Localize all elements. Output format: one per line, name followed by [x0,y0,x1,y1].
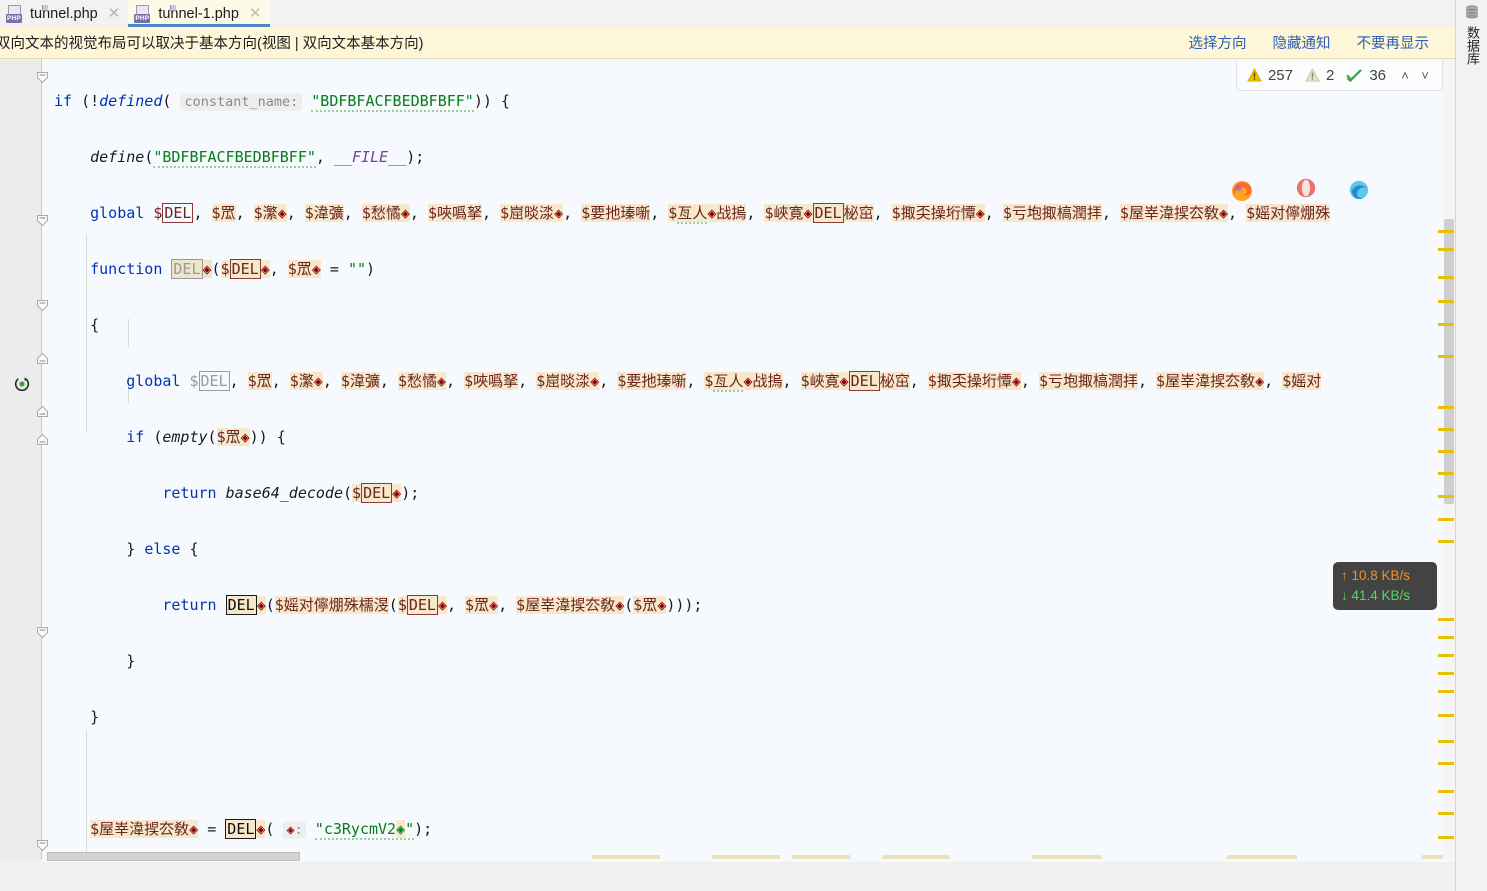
error-stripe-mark[interactable] [1438,472,1454,475]
notification-message: 双向文本的视觉布局可以取决于基本方向(视图 | 双向文本基本方向) [0,36,424,52]
opera-browser-icon[interactable] [1295,177,1317,199]
error-stripe-scrollbar[interactable] [1443,59,1455,859]
error-stripe-mark[interactable] [1438,450,1454,453]
notification-bar: 双向文本的视觉布局可以取决于基本方向(视图 | 双向文本基本方向) 选择方向 隐… [0,27,1455,59]
horizontal-scrollbar-thumb[interactable] [47,852,300,861]
error-stripe-mark[interactable] [1438,618,1454,621]
upload-speed-row: ↑ 10.8 KB/s [1341,566,1429,586]
parameter-hint: ◈: [283,821,306,839]
scrollbar-mark [1227,855,1297,859]
firefox-browser-icon[interactable] [1230,179,1254,203]
scrollbar-mark [792,855,850,859]
code-line: { [90,316,100,334]
error-stripe-mark[interactable] [1438,540,1454,543]
warning-count: 257 [1267,66,1293,84]
inspection-widget[interactable]: 257 2 36 ˄ ˅ [1235,60,1443,91]
download-speed: 41.4 KB/s [1351,588,1411,603]
scrollbar-mark [592,855,660,859]
code-line: if (!defined( constant_name: "BDFBFACFBE… [54,92,510,112]
download-arrow-icon: ↓ [1341,588,1348,603]
run-rerun-icon[interactable] [14,376,30,392]
chevron-down-icon[interactable]: ˅ [1418,68,1432,83]
notification-actions: 选择方向 隐藏通知 不要再显示 [1189,32,1456,53]
notification-action-hide[interactable]: 隐藏通知 [1273,32,1331,53]
parameter-hint: constant_name: [180,93,303,111]
error-stripe-mark[interactable] [1438,836,1454,839]
download-speed-row: ↓ 41.4 KB/s [1341,586,1429,606]
close-icon[interactable]: ✕ [249,6,262,21]
code-line: if (empty($罛◈)) { [126,428,286,446]
chevron-up-icon[interactable]: ˄ [1398,68,1412,83]
code-line: return DEL ◈($媱对儜焩殊檽渂($ DEL ◈, $罛◈, $屋峷湋捑厺敎… [162,595,703,615]
tab-label: tunnel.php [30,5,98,22]
code-line: function DEL ◈($ DEL ◈, $罛◈ = "") [90,259,376,279]
scrollbar-mark [1032,855,1102,859]
notification-action-choose-direction[interactable]: 选择方向 [1189,32,1247,53]
code-line: global $ DEL, $罛, $瀿◈, $湋彍, $愁憰◈, $唊噅拏, $… [126,371,1322,392]
scrollbar-mark [1422,855,1443,859]
editor-bottom-bar [0,862,1455,891]
code-line: return base64_decode($ DEL ◈); [162,483,420,503]
error-stripe-mark[interactable] [1438,355,1454,358]
code-line: } else { [126,540,199,558]
code-line: } [126,652,136,670]
error-stripe-mark[interactable] [1438,812,1454,815]
php-file-icon: PHP [134,4,177,23]
editor-tab-tunnel-1-php[interactable]: PHP tunnel-1.php ✕ [128,0,270,27]
error-stripe-mark[interactable] [1438,714,1454,717]
edge-browser-icon[interactable] [1348,179,1370,201]
warning-triangle-icon [1247,68,1262,82]
editor-tab-tunnel-php[interactable]: PHP tunnel.php ✕ [0,0,129,27]
weak-warning-triangle-icon [1305,68,1320,82]
upload-arrow-icon: ↑ [1341,568,1348,583]
check-count: 36 [1369,66,1386,84]
error-stripe-mark[interactable] [1438,762,1454,765]
error-stripe-mark[interactable] [1438,690,1454,693]
error-stripe-mark[interactable] [1438,495,1454,498]
scrollbar-mark [712,855,780,859]
code-editor[interactable]: if (!defined( constant_name: "BDFBFACFBE… [0,59,1443,859]
upload-speed: 10.8 KB/s [1351,568,1411,583]
checkmark-icon [1346,69,1363,82]
error-stripe-mark[interactable] [1438,428,1454,431]
php-file-icon: PHP [6,4,48,23]
database-icon [1466,5,1478,19]
code-line: define("BDFBFACFBEDBFBFF", __FILE__); [90,148,425,168]
error-stripe-mark[interactable] [1438,406,1454,409]
tool-window-label-database[interactable]: 数据库 [1462,26,1482,65]
code-line: $屋峷湋捑厺敎◈ = DEL ◈( ◈: "c3RycmV2◈"); [90,819,433,840]
error-stripe-mark[interactable] [1438,276,1454,279]
network-speed-widget: ↑ 10.8 KB/s ↓ 41.4 KB/s [1333,562,1437,610]
error-stripe-mark[interactable] [1438,300,1454,303]
editor-tab-bar: PHP tunnel.php ✕ PHP tunnel-1.php ✕ [0,0,1455,27]
right-tool-window-strip: 数据库 [1455,0,1487,891]
error-stripe-mark[interactable] [1438,790,1454,793]
close-icon[interactable]: ✕ [108,6,121,21]
horizontal-scrollbar[interactable] [42,852,1443,862]
scrollbar-mark [882,855,950,859]
weak-warning-count: 2 [1325,66,1335,84]
error-stripe-mark[interactable] [1438,518,1454,521]
error-stripe-mark[interactable] [1438,230,1454,233]
error-stripe-mark[interactable] [1438,672,1454,675]
error-stripe-mark[interactable] [1438,323,1454,326]
editor-gutter[interactable] [0,59,42,859]
error-stripe-mark[interactable] [1438,248,1454,251]
code-line: } [90,708,100,726]
notification-action-dont-show-again[interactable]: 不要再显示 [1357,32,1430,53]
error-stripe-mark[interactable] [1438,636,1454,639]
code-line: global $ DEL, $罛, $瀿◈, $湋彍, $愁憰◈, $唊噅拏, $… [90,203,1331,224]
error-stripe-mark[interactable] [1438,740,1454,743]
scrollbar-thumb[interactable] [1444,219,1454,504]
error-stripe-mark[interactable] [1438,654,1454,657]
ide-window: PHP tunnel.php ✕ PHP tunnel-1.php ✕ 双向文本… [0,0,1487,891]
